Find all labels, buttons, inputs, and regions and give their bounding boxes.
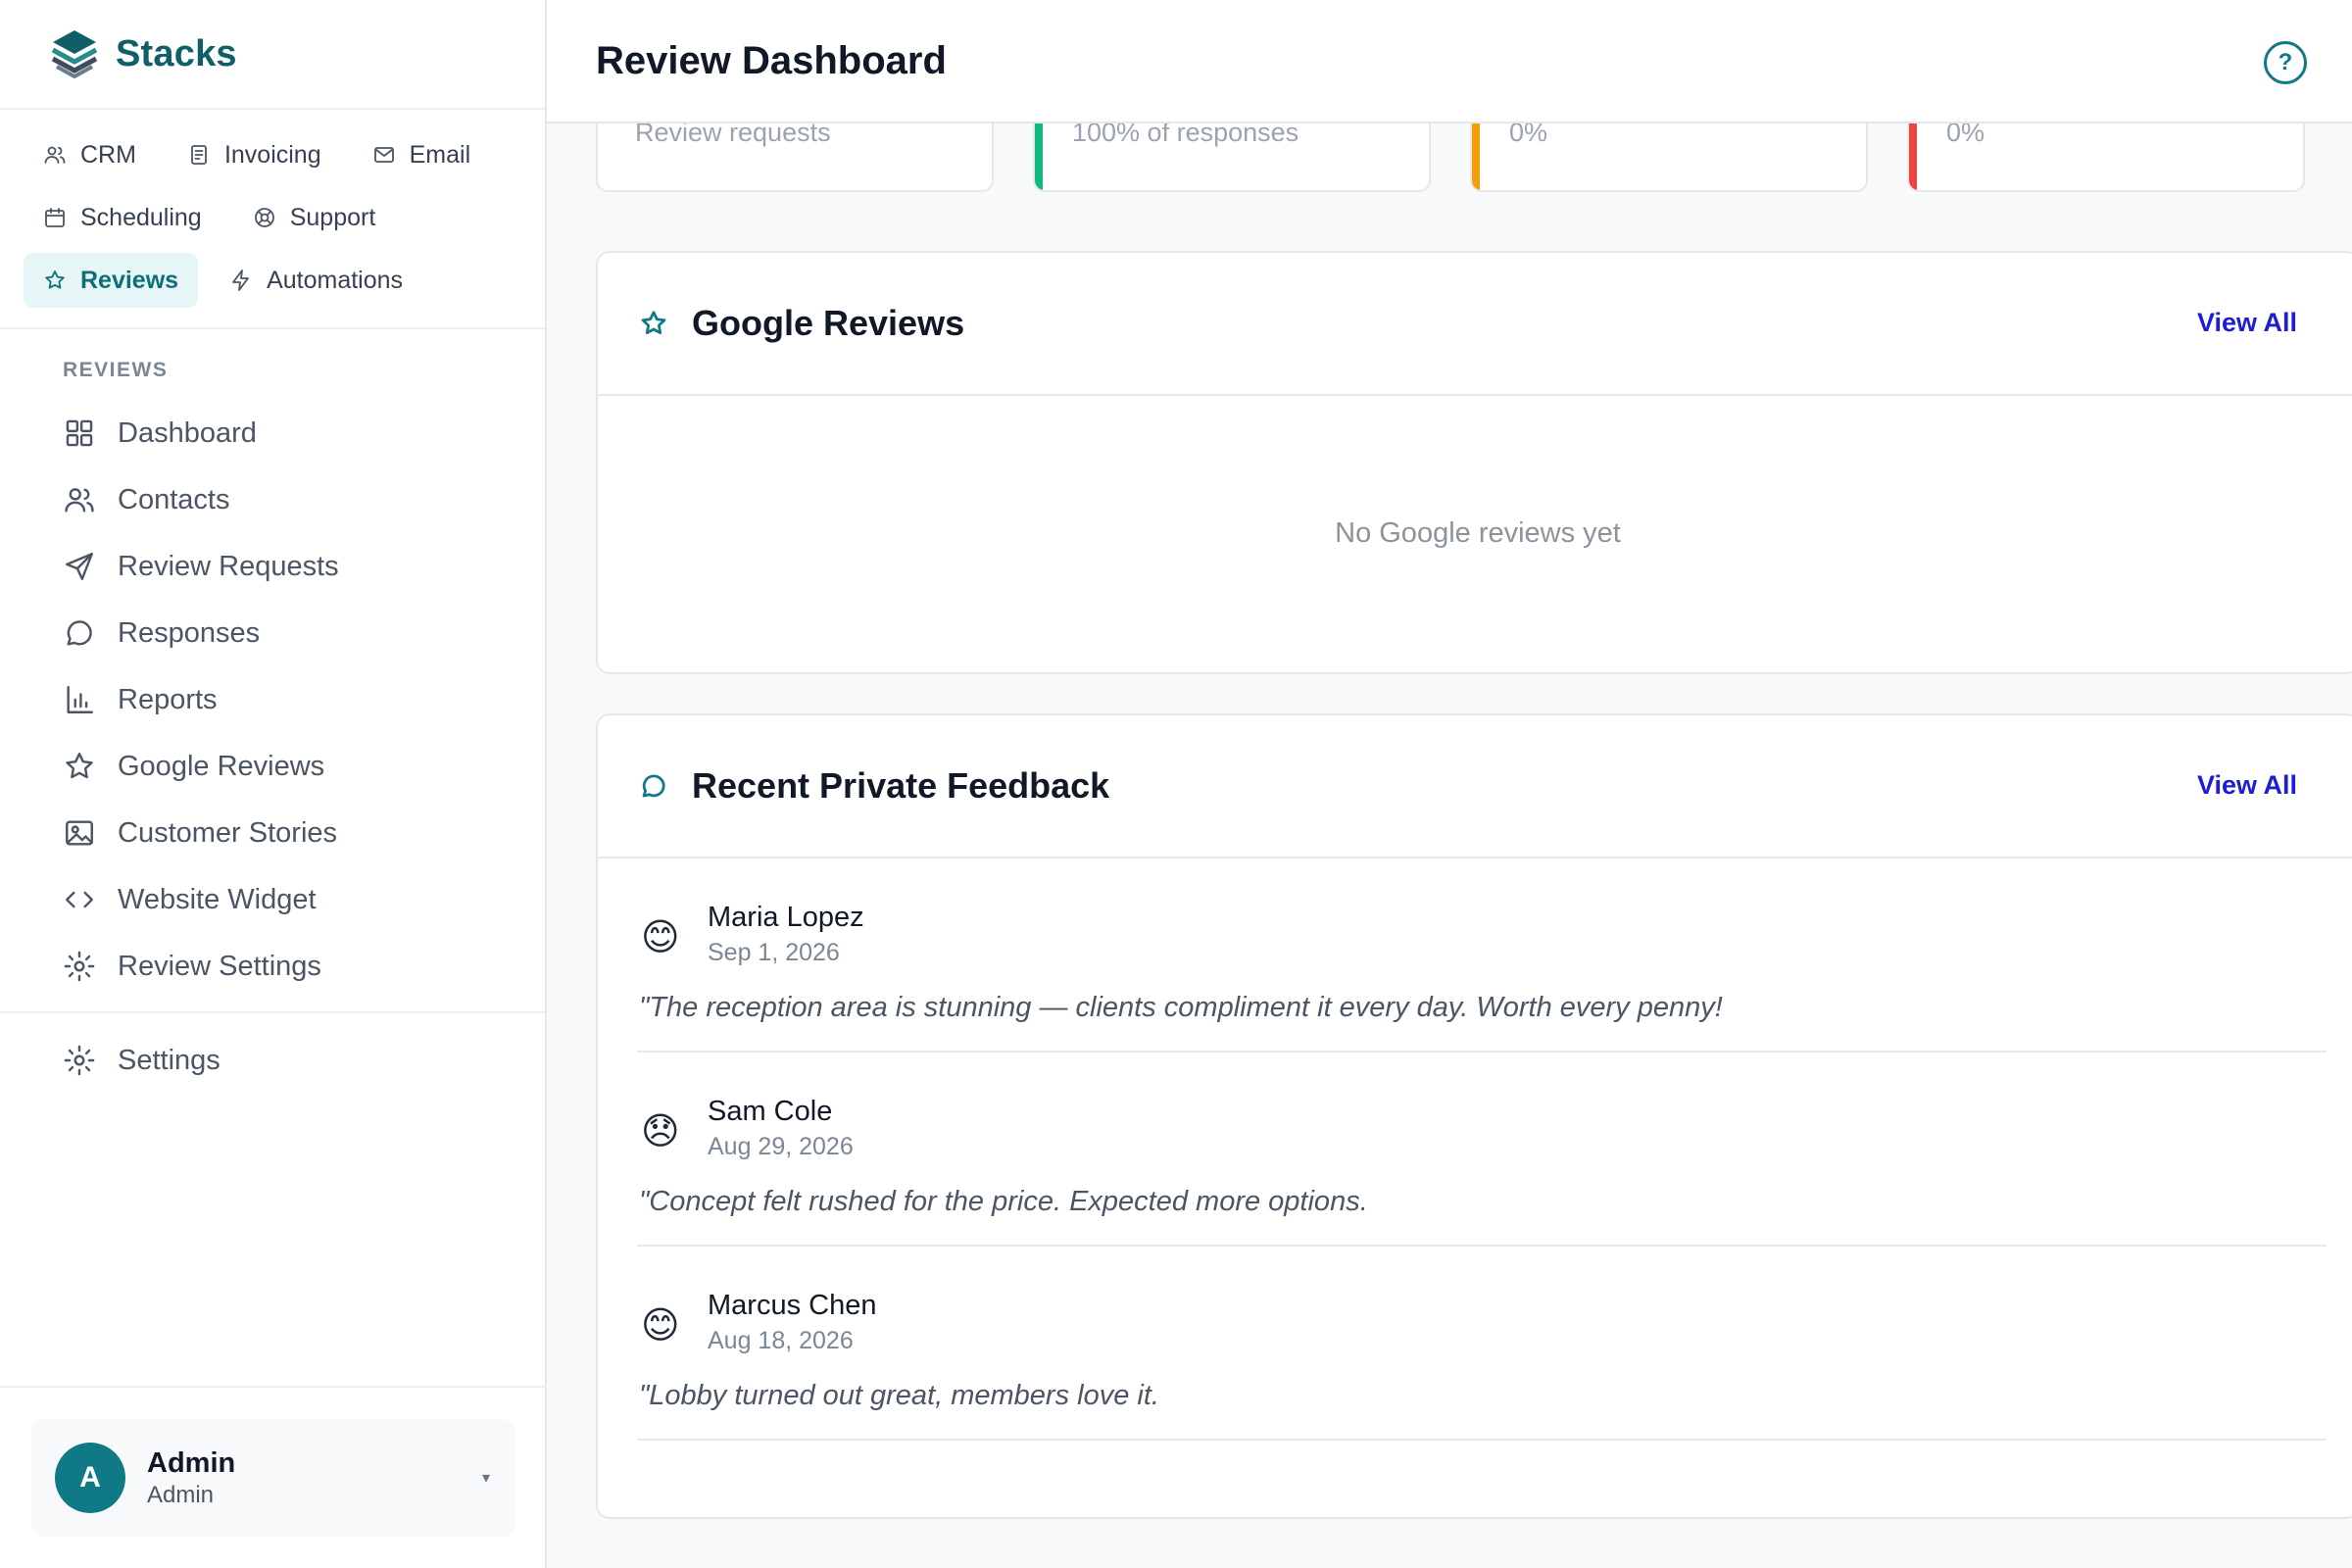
sidebar-item-label: Contacts xyxy=(118,483,230,515)
sidebar-item-responses[interactable]: Responses xyxy=(0,600,545,666)
app-switcher: CRM Invoicing Email Scheduling Support R… xyxy=(0,110,545,329)
sidebar: Stacks CRM Invoicing Email Scheduling Su… xyxy=(0,0,547,1568)
help-button[interactable]: ? xyxy=(2264,41,2307,84)
bar-chart-icon xyxy=(67,686,93,713)
calendar-icon xyxy=(45,208,65,227)
avatar: A xyxy=(55,1443,125,1513)
star-icon xyxy=(66,753,93,779)
sidebar-item-label: Customer Stories xyxy=(118,816,338,849)
feedback-author: Marcus Chen xyxy=(708,1290,877,1321)
private-feedback-panel: Recent Private Feedback View All 😊 Maria… xyxy=(596,713,2352,1519)
lifebuoy-icon xyxy=(254,208,274,227)
app-support[interactable]: Support xyxy=(233,190,396,245)
grid-icon xyxy=(66,419,93,447)
page-title: Review Dashboard xyxy=(596,38,947,82)
smile-emoji-icon: 😊 xyxy=(641,1305,680,1347)
app-invoicing[interactable]: Invoicing xyxy=(168,127,341,182)
feedback-item[interactable]: 😊 Marcus Chen Aug 18, 2026 "Lobby turned… xyxy=(637,1247,2327,1441)
sidebar-item-google-reviews[interactable]: Google Reviews xyxy=(0,733,545,800)
feedback-item[interactable]: 😊 Maria Lopez Sep 1, 2026 "The reception… xyxy=(637,858,2327,1053)
empty-state: No Google reviews yet xyxy=(1335,516,1621,549)
feedback-date: Sep 1, 2026 xyxy=(708,939,840,966)
app-label: Invoicing xyxy=(223,140,321,169)
sidebar-item-settings[interactable]: Settings xyxy=(0,1027,545,1094)
sidebar-nav: Dashboard Contacts Review Requests Respo… xyxy=(0,400,545,1000)
sidebar-item-label: Review Settings xyxy=(118,950,321,982)
chat-icon xyxy=(67,620,92,646)
chat-icon xyxy=(642,774,665,798)
stacks-logo-icon xyxy=(51,30,98,78)
app-label: Scheduling xyxy=(80,203,202,231)
sidebar-item-website-widget[interactable]: Website Widget xyxy=(0,866,545,933)
sad-emoji-icon: 😞 xyxy=(641,1111,680,1152)
sidebar-item-label: Google Reviews xyxy=(118,750,325,782)
app-label: Support xyxy=(289,203,376,231)
image-icon xyxy=(66,820,93,846)
feedback-item[interactable]: 😞 Sam Cole Aug 29, 2026 "Concept felt ru… xyxy=(637,1053,2327,1247)
feedback-author: Maria Lopez xyxy=(708,902,864,933)
app-email[interactable]: Email xyxy=(353,127,491,182)
document-icon xyxy=(191,145,207,165)
sidebar-item-label: Website Widget xyxy=(118,883,317,915)
page-header: Review Dashboard ? xyxy=(547,0,2352,123)
panel-title: Recent Private Feedback xyxy=(692,765,1110,806)
app-automations[interactable]: Automations xyxy=(210,253,422,308)
app-scheduling[interactable]: Scheduling xyxy=(24,190,221,245)
caret-down-icon: ▾ xyxy=(481,1470,490,1487)
feedback-text: "Concept felt rushed for the price. Expe… xyxy=(639,1186,1368,1217)
gear-icon xyxy=(64,951,95,982)
app-crm[interactable]: CRM xyxy=(24,127,156,182)
brand[interactable]: Stacks xyxy=(0,0,545,110)
view-all-link[interactable]: View All xyxy=(2197,308,2297,338)
feedback-date: Aug 29, 2026 xyxy=(708,1133,854,1160)
sidebar-item-dashboard[interactable]: Dashboard xyxy=(0,400,545,466)
sidebar-item-contacts[interactable]: Contacts xyxy=(0,466,545,533)
divider xyxy=(0,1386,547,1388)
sidebar-item-label: Responses xyxy=(118,616,261,649)
app-label: Reviews xyxy=(80,266,179,294)
feedback-text: "Lobby turned out great, members love it… xyxy=(639,1380,1159,1411)
app-reviews[interactable]: Reviews xyxy=(24,253,199,308)
app-label: CRM xyxy=(80,140,136,169)
panel-title: Google Reviews xyxy=(692,303,965,343)
mail-icon xyxy=(373,147,394,163)
feedback-text: "The reception area is stunning — client… xyxy=(639,992,1723,1023)
panel-header: Google Reviews View All xyxy=(598,253,2352,396)
star-icon xyxy=(641,311,666,334)
brand-name: Stacks xyxy=(116,32,237,74)
sidebar-item-reports[interactable]: Reports xyxy=(0,666,545,733)
users-icon xyxy=(65,488,94,513)
google-reviews-panel: Google Reviews View All No Google review… xyxy=(596,251,2352,674)
bolt-icon xyxy=(232,270,249,291)
sidebar-item-review-settings[interactable]: Review Settings xyxy=(0,933,545,1000)
app-label: Automations xyxy=(267,266,404,294)
sidebar-item-label: Settings xyxy=(118,1044,220,1076)
user-menu[interactable]: A Admin Admin ▾ xyxy=(31,1419,515,1537)
app-label: Email xyxy=(409,140,471,169)
user-role: Admin xyxy=(147,1481,215,1508)
sidebar-item-label: Reports xyxy=(118,683,218,715)
feedback-date: Aug 18, 2026 xyxy=(708,1327,854,1354)
smile-emoji-icon: 😊 xyxy=(641,917,680,958)
feedback-author: Sam Cole xyxy=(708,1096,833,1127)
send-icon xyxy=(66,553,93,580)
gear-icon xyxy=(64,1045,95,1076)
star-icon xyxy=(45,270,65,289)
users-icon xyxy=(44,146,66,164)
code-icon xyxy=(66,891,93,908)
sidebar-item-review-requests[interactable]: Review Requests xyxy=(0,533,545,600)
divider xyxy=(0,1011,545,1013)
user-name: Admin xyxy=(147,1446,236,1479)
sidebar-section-label: REVIEWS xyxy=(63,359,169,381)
sidebar-item-customer-stories[interactable]: Customer Stories xyxy=(0,800,545,866)
sidebar-item-label: Review Requests xyxy=(118,550,339,582)
sidebar-item-label: Dashboard xyxy=(118,416,257,449)
panel-header: Recent Private Feedback View All xyxy=(598,715,2352,858)
view-all-link[interactable]: View All xyxy=(2197,770,2297,801)
